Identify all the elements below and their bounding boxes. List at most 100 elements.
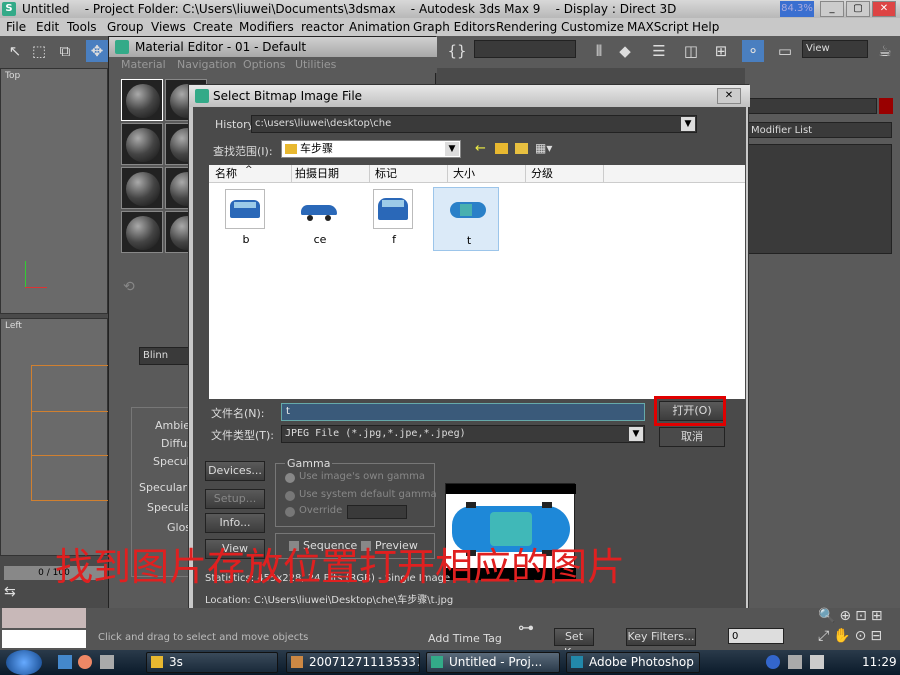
- col-tag[interactable]: 标记: [375, 165, 397, 183]
- menu-customize[interactable]: Customize: [561, 18, 624, 36]
- select-region-icon[interactable]: ⬚: [28, 40, 50, 62]
- viewport-nav-icons-2[interactable]: ⤢✋⊙⊟: [818, 628, 886, 644]
- devices-button[interactable]: Devices...: [205, 461, 265, 481]
- new-folder-icon[interactable]: [515, 143, 528, 154]
- browser-icon[interactable]: [78, 655, 92, 669]
- task-3s[interactable]: 3s: [146, 652, 278, 673]
- curve-editor-icon[interactable]: ◫: [680, 40, 702, 62]
- object-name-field[interactable]: [747, 98, 877, 114]
- set-key-button[interactable]: Set Key: [554, 628, 594, 659]
- menu-help[interactable]: Help: [692, 18, 719, 36]
- filetype-dropdown[interactable]: JPEG File (*.jpg,*.jpe,*.jpeg): [281, 425, 645, 443]
- render-view-dropdown[interactable]: View: [802, 40, 868, 58]
- viewport-nav-icons[interactable]: 🔍⊕⊡⊞: [818, 608, 887, 624]
- viewport-top[interactable]: Top: [0, 68, 108, 314]
- mat-menu-material[interactable]: Material: [121, 57, 166, 73]
- modifier-list-dropdown[interactable]: Modifier List: [747, 122, 892, 138]
- dialog-close-icon[interactable]: ✕: [717, 88, 741, 104]
- material-editor-icon[interactable]: ⚬: [742, 40, 764, 62]
- menu-edit[interactable]: Edit: [36, 18, 59, 36]
- listener-pane[interactable]: [2, 608, 86, 628]
- lock-selection-icon[interactable]: ⇆: [4, 584, 30, 604]
- col-date[interactable]: 拍摄日期: [295, 165, 339, 183]
- mat-menu-options[interactable]: Options: [243, 57, 285, 73]
- help-tray-icon[interactable]: [766, 655, 780, 669]
- shader-dropdown[interactable]: Blinn: [139, 347, 189, 365]
- cancel-button[interactable]: 取消: [659, 427, 725, 447]
- menu-file[interactable]: File: [6, 18, 26, 36]
- material-slot[interactable]: [121, 167, 163, 209]
- current-frame-field[interactable]: 0: [728, 628, 784, 644]
- modifier-stack[interactable]: [747, 144, 892, 254]
- file-item-f[interactable]: f: [359, 187, 423, 249]
- listener-input[interactable]: [2, 630, 86, 648]
- object-color-swatch[interactable]: [879, 98, 893, 114]
- gamma-override-spinner[interactable]: [347, 505, 407, 519]
- select-icon[interactable]: ↖: [4, 40, 26, 62]
- minimize-button[interactable]: _: [820, 1, 844, 17]
- gamma-override-radio[interactable]: [285, 507, 295, 517]
- layer-icon[interactable]: ☰: [648, 40, 670, 62]
- quicklaunch-icon[interactable]: [100, 655, 114, 669]
- menu-rendering[interactable]: Rendering: [496, 18, 557, 36]
- named-selection-dropdown[interactable]: [474, 40, 576, 58]
- file-item-t[interactable]: t: [433, 187, 499, 251]
- file-item-b[interactable]: b: [211, 187, 275, 249]
- mirror-icon[interactable]: ⫴: [588, 40, 610, 62]
- menu-create[interactable]: Create: [193, 18, 233, 36]
- mat-menu-navigation[interactable]: Navigation: [177, 57, 236, 73]
- viewport-left[interactable]: Left: [0, 318, 109, 556]
- tutorial-caption: 找到图片存放位置打开相应的图片: [55, 545, 626, 589]
- get-material-icon[interactable]: ⟲: [123, 279, 135, 295]
- col-size[interactable]: 大小: [453, 165, 475, 183]
- task-3dsmax[interactable]: Untitled - Proj...: [426, 652, 560, 673]
- filetype-chevron-down-icon[interactable]: ▼: [629, 427, 643, 441]
- col-name[interactable]: 名称: [215, 165, 237, 183]
- menu-views[interactable]: Views: [151, 18, 186, 36]
- schematic-icon[interactable]: ⊞: [710, 40, 732, 62]
- menu-graph-editors[interactable]: Graph Editors: [413, 18, 495, 36]
- material-slot[interactable]: [121, 123, 163, 165]
- menu-reactor[interactable]: reactor: [301, 18, 344, 36]
- history-dropdown[interactable]: c:\users\liuwei\desktop\che: [251, 115, 697, 133]
- gamma-own-radio[interactable]: [285, 473, 295, 483]
- menu-group[interactable]: Group: [107, 18, 144, 36]
- volume-tray-icon[interactable]: [810, 655, 824, 669]
- close-button[interactable]: ✕: [872, 1, 896, 17]
- lookin-dropdown[interactable]: 车步骤: [281, 140, 461, 158]
- move-icon[interactable]: ✥: [86, 40, 108, 62]
- setup-button[interactable]: Setup...: [205, 489, 265, 509]
- mat-menu-utilities[interactable]: Utilities: [295, 57, 336, 73]
- material-slot[interactable]: [121, 79, 163, 121]
- task-image[interactable]: 200712711135337...: [286, 652, 420, 673]
- network-tray-icon[interactable]: [788, 655, 802, 669]
- history-chevron-down-icon[interactable]: ▼: [681, 117, 695, 131]
- view-menu-icon[interactable]: ▦▾: [535, 141, 552, 155]
- maximize-button[interactable]: ▢: [846, 1, 870, 17]
- key-filters-button[interactable]: Key Filters...: [626, 628, 696, 646]
- menu-animation[interactable]: Animation: [349, 18, 410, 36]
- add-time-tag[interactable]: Add Time Tag: [428, 632, 502, 645]
- clock[interactable]: 11:29: [862, 655, 897, 669]
- gamma-system-radio[interactable]: [285, 491, 295, 501]
- material-slot[interactable]: [121, 211, 163, 253]
- render-setup-icon[interactable]: ▭: [774, 40, 796, 62]
- window-crossing-icon[interactable]: ⧉: [54, 40, 76, 62]
- menu-modifiers[interactable]: Modifiers: [239, 18, 294, 36]
- filename-input[interactable]: t: [281, 403, 645, 421]
- info-button[interactable]: Info...: [205, 513, 265, 533]
- start-button[interactable]: [6, 650, 42, 675]
- menu-maxscript[interactable]: MAXScript: [627, 18, 689, 36]
- align-icon[interactable]: ◆: [614, 40, 636, 62]
- quick-render-icon[interactable]: ☕: [874, 40, 896, 62]
- up-folder-icon[interactable]: [495, 143, 508, 154]
- named-selection-icon[interactable]: {}: [446, 40, 468, 62]
- col-rating[interactable]: 分级: [531, 165, 553, 183]
- file-list[interactable]: 名称 ^ 拍摄日期 标记 大小 分级 b ce f t: [209, 165, 745, 399]
- task-photoshop[interactable]: Adobe Photoshop: [566, 652, 700, 673]
- show-desktop-icon[interactable]: [58, 655, 72, 669]
- lookin-chevron-down-icon[interactable]: ▼: [445, 142, 459, 156]
- file-item-ce[interactable]: ce: [285, 187, 349, 249]
- menu-tools[interactable]: Tools: [67, 18, 97, 36]
- back-arrow-icon[interactable]: ←: [475, 141, 486, 156]
